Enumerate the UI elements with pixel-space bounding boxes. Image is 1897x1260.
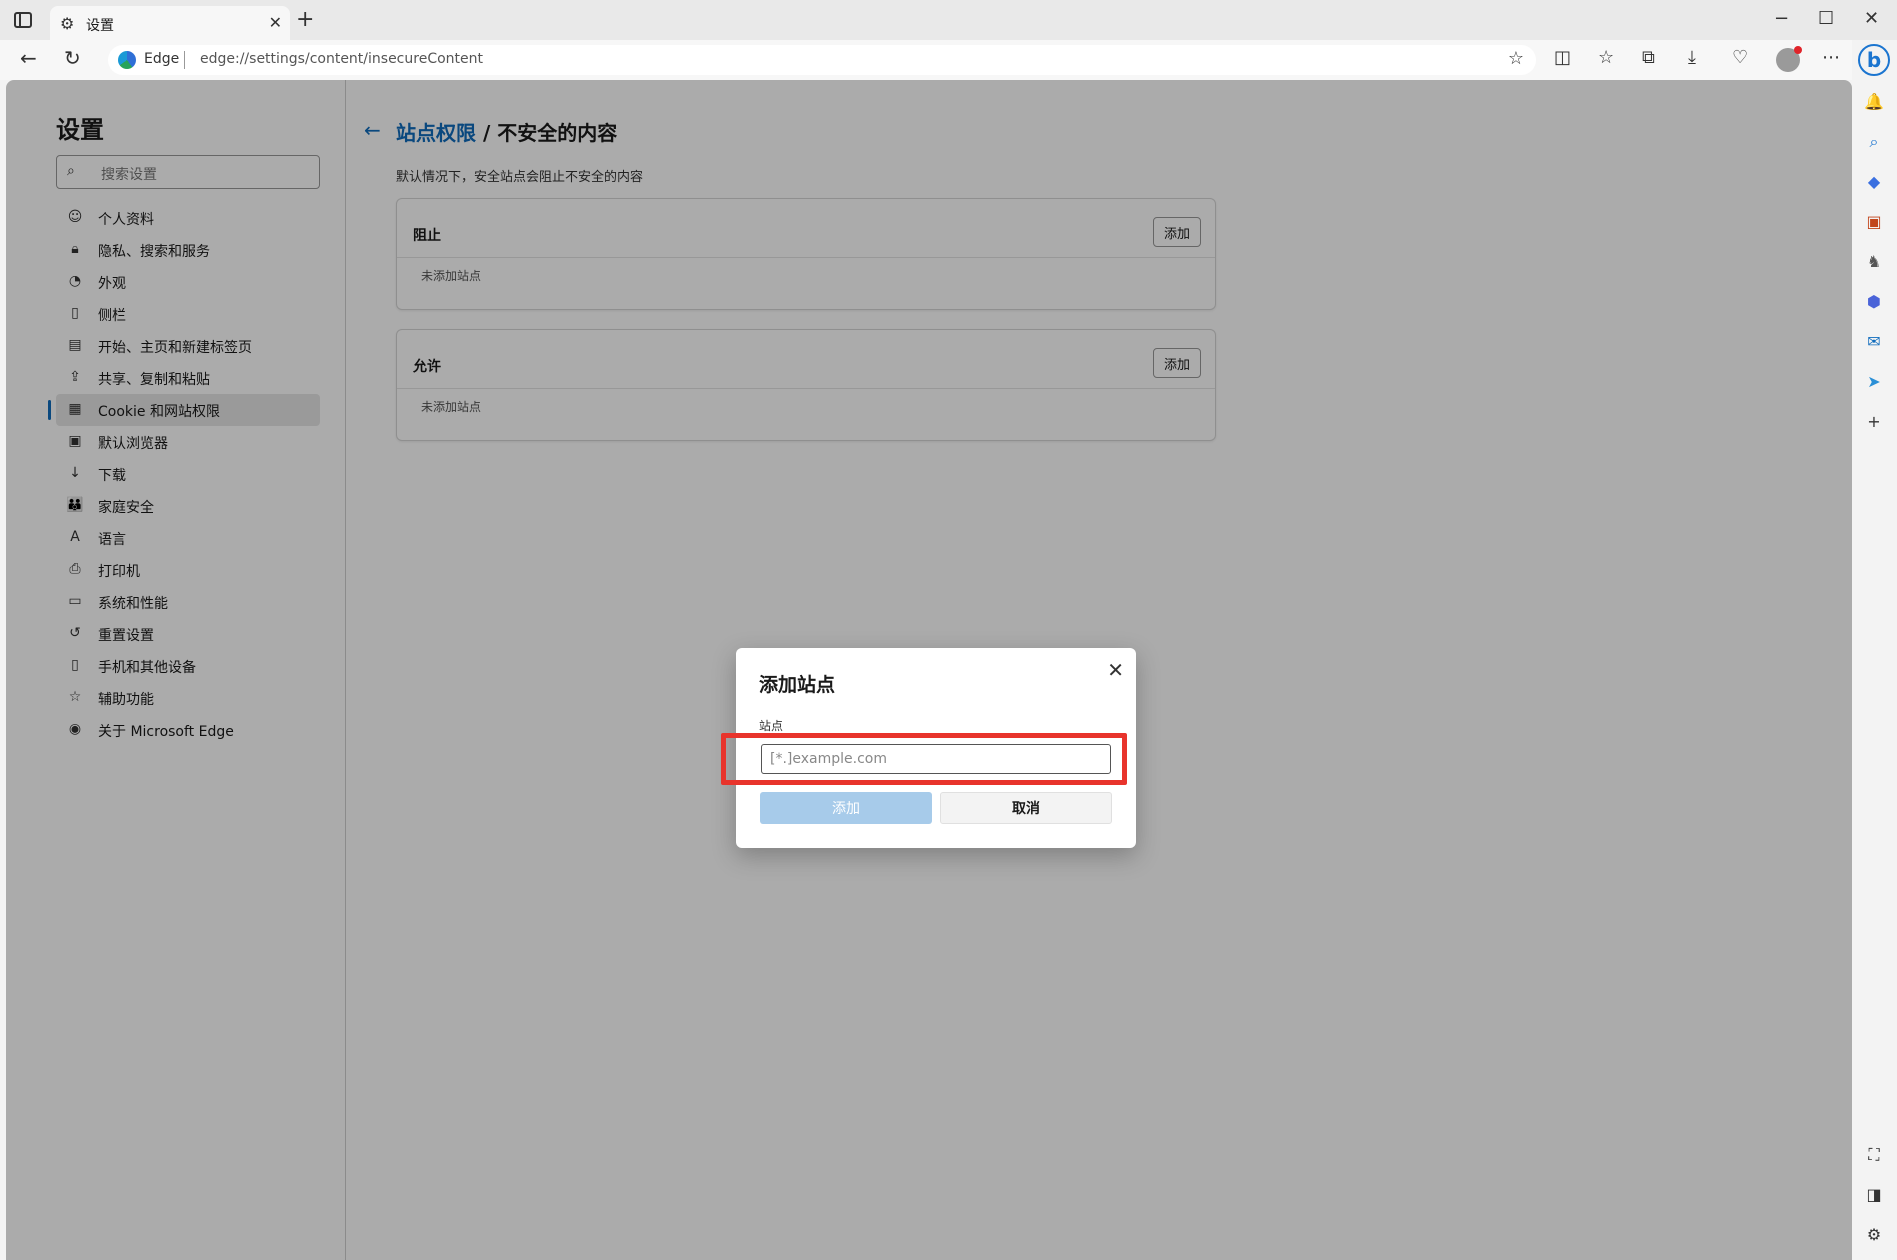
more-options-icon[interactable]: ⋯ [1822, 49, 1840, 67]
sidebar-settings-icon[interactable]: ⚙ [1864, 1225, 1884, 1245]
downloads-icon[interactable]: ⤓ [1688, 49, 1696, 67]
bing-copilot-icon[interactable]: b [1858, 44, 1890, 76]
refresh-icon[interactable]: ↻ [64, 48, 81, 68]
gear-icon: ⚙ [60, 14, 75, 33]
address-separator [184, 51, 185, 69]
browser-essentials-icon[interactable]: ♡ [1732, 49, 1748, 67]
site-brand: Edge [144, 51, 180, 67]
minimize-icon[interactable]: − [1774, 8, 1789, 29]
hide-sidebar-icon[interactable]: ◨ [1864, 1185, 1884, 1205]
tools-icon[interactable]: ▣ [1864, 212, 1884, 232]
send-icon[interactable]: ➤ [1864, 372, 1884, 392]
tab-title: 设置 [86, 18, 114, 34]
new-tab-icon[interactable]: + [296, 9, 314, 31]
tab-actions-icon[interactable] [14, 12, 32, 28]
dialog-add-button[interactable]: 添加 [760, 792, 932, 824]
screenshot-icon[interactable]: ⛶ [1864, 1145, 1884, 1165]
notification-bell-icon[interactable]: 🔔 [1864, 92, 1884, 112]
back-icon[interactable]: ← [20, 48, 37, 68]
window-close-icon[interactable]: ✕ [1864, 8, 1879, 29]
games-icon[interactable]: ♞ [1864, 252, 1884, 272]
site-field-label: 站点 [759, 719, 784, 733]
title-bar: ⚙ 设置 ✕ + − ☐ ✕ [0, 0, 1897, 40]
sidebar-search-icon[interactable]: ⌕ [1864, 132, 1884, 152]
site-input[interactable] [761, 744, 1111, 774]
add-site-dialog: 添加站点 ✕ 站点 添加 取消 [721, 648, 1136, 848]
favorites-icon[interactable]: ☆ [1598, 49, 1614, 67]
address-toolbar: ← ↻ Edge edge://settings/content/insecur… [0, 40, 1897, 80]
office-icon[interactable]: ⬢ [1864, 292, 1884, 312]
dialog-title: 添加站点 [759, 674, 836, 696]
outlook-icon[interactable]: ✉ [1864, 332, 1884, 352]
maximize-icon[interactable]: ☐ [1818, 8, 1834, 29]
tab-settings[interactable]: ⚙ 设置 ✕ [50, 6, 290, 40]
settings-page: 设置 ⌕ 搜索设置 ☺ 个人资料 🔒︎ 隐私、搜索和服务 ◔ 外观 ▯ 侧栏 ▤ 开始、主… [6, 80, 1852, 1260]
close-tab-icon[interactable]: ✕ [269, 13, 282, 32]
address-bar[interactable]: Edge edge://settings/content/insecureCon… [108, 45, 1536, 75]
dialog-close-icon[interactable]: ✕ [1107, 658, 1124, 682]
profile-avatar[interactable] [1776, 46, 1802, 72]
split-screen-icon[interactable]: ◫ [1554, 49, 1571, 67]
add-sidebar-app-icon[interactable]: + [1864, 412, 1884, 432]
dialog-cancel-button[interactable]: 取消 [940, 792, 1112, 824]
collections-icon[interactable]: ⧉ [1642, 49, 1655, 67]
shopping-tag-icon[interactable]: ◆ [1864, 172, 1884, 192]
url-text[interactable]: edge://settings/content/insecureContent [200, 51, 483, 67]
favorite-star-icon[interactable]: ☆ [1508, 48, 1524, 69]
edge-sidebar: b 🔔 ⌕ ◆ ▣ ♞ ⬢ ✉ ➤ + ⛶ ◨ ⚙ [1852, 40, 1897, 1260]
edge-logo-icon [118, 51, 136, 69]
